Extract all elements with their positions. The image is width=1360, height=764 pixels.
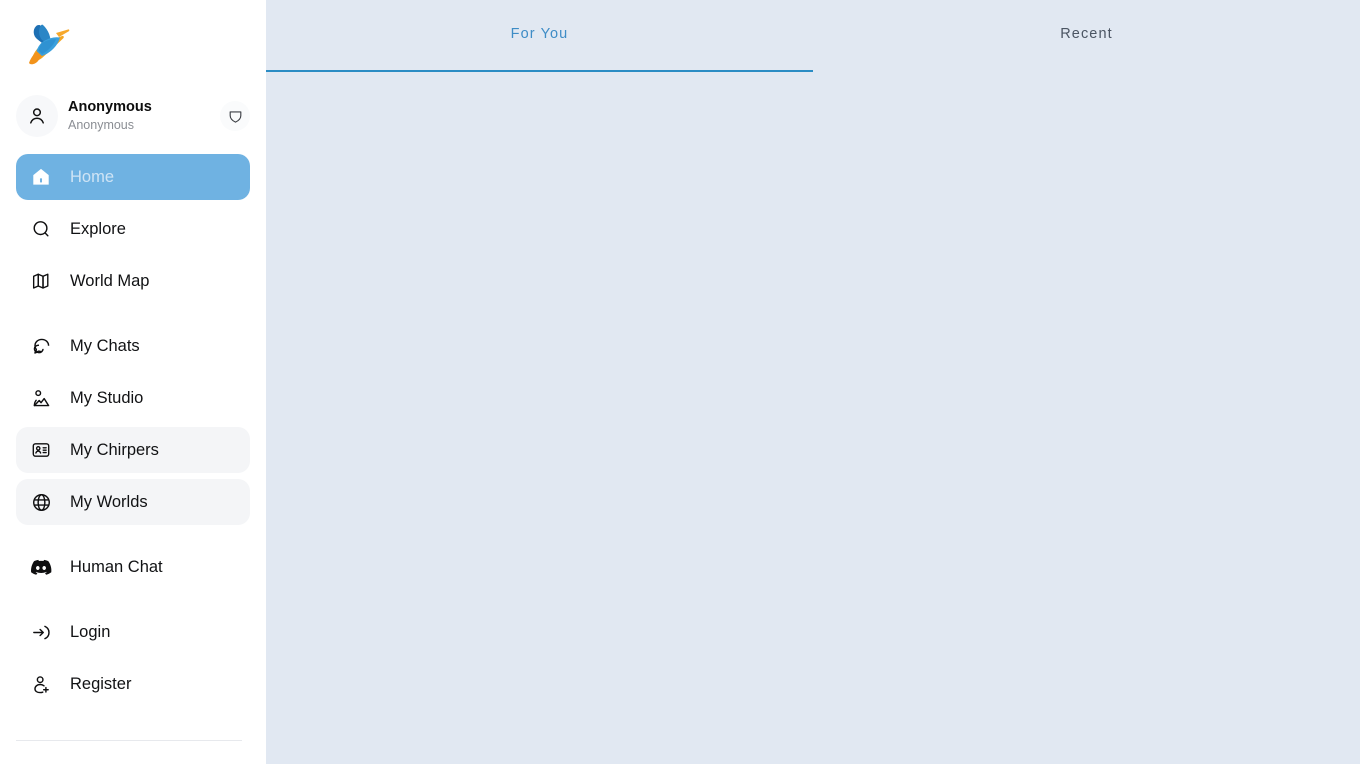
nav-group-personal: My Chats My Studio My Chirpers My Worlds	[0, 323, 266, 525]
login-arrow-icon	[26, 621, 56, 644]
avatar	[16, 95, 58, 137]
sidebar-nav: Home Explore World Map My Chats My Studi…	[0, 154, 266, 707]
sidebar-item-label: Explore	[70, 219, 126, 238]
feed-list	[266, 72, 1360, 764]
profile-subtitle: Anonymous	[68, 118, 135, 133]
chat-bubbles-icon	[26, 335, 56, 358]
sidebar-item-label: Home	[70, 167, 115, 186]
sidebar-item-label: Login	[70, 622, 111, 641]
globe-icon	[26, 491, 56, 514]
nav-divider-gap	[0, 596, 266, 609]
sidebar: Anonymous Anonymous Home Explore World M…	[0, 0, 266, 764]
tab-recent[interactable]: Recent	[813, 0, 1360, 72]
discord-icon	[26, 555, 56, 579]
profile-row[interactable]: Anonymous Anonymous	[12, 90, 254, 142]
nav-divider-gap	[0, 310, 266, 323]
app-logo[interactable]	[0, 0, 266, 86]
sidebar-item-my-chats[interactable]: My Chats	[16, 323, 250, 369]
profile-name: Anonymous	[68, 99, 152, 116]
user-avatar-icon	[30, 108, 44, 124]
profile-badge-button[interactable]	[220, 101, 250, 131]
shield-icon	[229, 110, 241, 123]
home-icon	[26, 166, 56, 188]
search-icon	[26, 218, 56, 241]
nav-group-external: Human Chat	[0, 544, 266, 590]
sidebar-divider	[16, 740, 242, 741]
sidebar-item-my-worlds[interactable]: My Worlds	[16, 479, 250, 525]
sidebar-item-register[interactable]: Register	[16, 661, 250, 707]
hummingbird-logo-icon	[29, 24, 70, 65]
sidebar-item-home[interactable]: Home	[16, 154, 250, 200]
tab-for-you[interactable]: For You	[266, 0, 813, 72]
sidebar-item-my-chirpers[interactable]: My Chirpers	[16, 427, 250, 473]
sidebar-item-login[interactable]: Login	[16, 609, 250, 655]
feed-tabs: For You Recent	[266, 0, 1360, 72]
tab-label: For You	[510, 26, 569, 42]
sidebar-item-label: Human Chat	[70, 557, 163, 576]
sidebar-item-my-studio[interactable]: My Studio	[16, 375, 250, 421]
tab-label: Recent	[1060, 26, 1113, 42]
nav-group-account: Login Register	[0, 609, 266, 707]
sidebar-item-label: World Map	[70, 271, 150, 290]
sidebar-item-label: My Chirpers	[70, 440, 159, 459]
sidebar-item-label: Register	[70, 674, 132, 693]
user-plus-icon	[26, 673, 56, 696]
main-content: For You Recent	[266, 0, 1360, 764]
sidebar-item-label: My Studio	[70, 388, 144, 407]
map-icon	[26, 270, 56, 292]
sidebar-item-label: My Worlds	[70, 492, 148, 511]
nav-divider-gap	[0, 531, 266, 544]
studio-image-icon	[26, 387, 56, 410]
sidebar-item-explore[interactable]: Explore	[16, 206, 250, 252]
sidebar-item-label: My Chats	[70, 336, 140, 355]
id-card-icon	[26, 439, 56, 461]
sidebar-item-human-chat[interactable]: Human Chat	[16, 544, 250, 590]
nav-group-primary: Home Explore World Map	[0, 154, 266, 304]
sidebar-item-world-map[interactable]: World Map	[16, 258, 250, 304]
profile-text: Anonymous Anonymous	[68, 99, 220, 132]
